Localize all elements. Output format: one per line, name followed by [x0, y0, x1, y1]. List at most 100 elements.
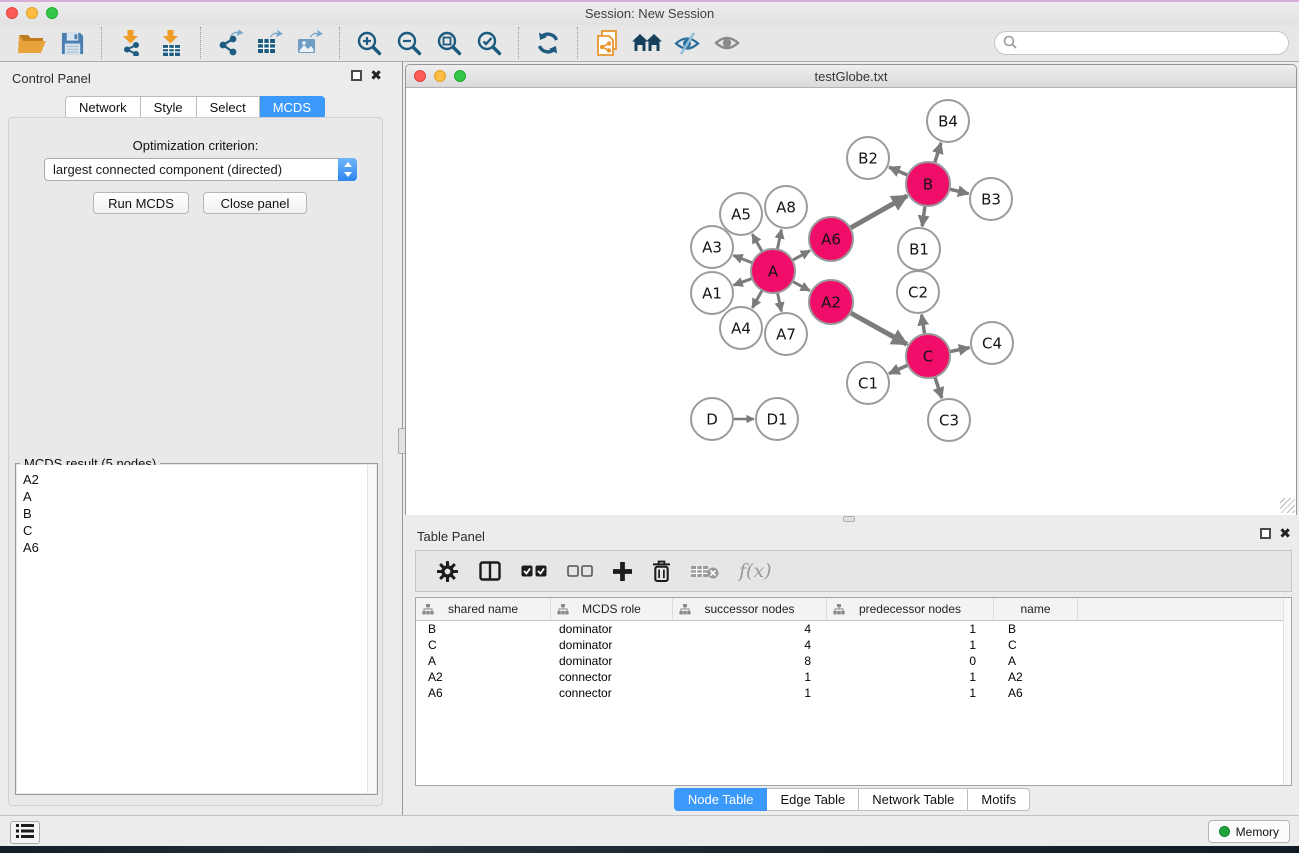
column-header-mcds-role[interactable]: MCDS role: [551, 598, 673, 621]
cell[interactable]: 1: [673, 685, 827, 701]
cell[interactable]: 1: [827, 685, 994, 701]
export-network-icon[interactable]: [210, 27, 250, 59]
tab-network[interactable]: Network: [65, 96, 141, 119]
table-row-a6[interactable]: A6connector11A6: [416, 685, 1291, 701]
cell[interactable]: C: [994, 637, 1078, 653]
toolbar-buttons: [12, 27, 747, 59]
result-item-a[interactable]: A: [17, 488, 367, 505]
result-item-a2[interactable]: A2: [17, 471, 367, 488]
result-item-b[interactable]: B: [17, 505, 367, 522]
column-header-name[interactable]: name: [994, 598, 1078, 621]
cell[interactable]: 4: [673, 621, 827, 637]
tab-network-table[interactable]: Network Table: [859, 788, 968, 811]
cell[interactable]: C: [416, 637, 551, 653]
table-row-a2[interactable]: A2connector11A2: [416, 669, 1291, 685]
cell[interactable]: connector: [551, 685, 673, 701]
cell[interactable]: A6: [416, 685, 551, 701]
table-row-c[interactable]: Cdominator41C: [416, 637, 1291, 653]
window-resize-grip[interactable]: [1280, 498, 1295, 513]
column-header-successor-nodes[interactable]: successor nodes: [673, 598, 827, 621]
column-header-filler: [1078, 598, 1291, 621]
result-item-c[interactable]: C: [17, 522, 367, 539]
application-window: Session: New Session Control Panel ✖ Net…: [0, 0, 1299, 853]
add-column-icon[interactable]: [613, 562, 632, 581]
network-graph: B4B2BB3A5A8A6B1A3AA1C2A4A7A2C4CC1C3DD1: [406, 88, 1296, 515]
cell[interactable]: 0: [827, 653, 994, 669]
cell[interactable]: 1: [827, 621, 994, 637]
table-row-b[interactable]: Bdominator41B: [416, 621, 1291, 637]
float-panel-icon[interactable]: [351, 70, 362, 81]
memory-button[interactable]: Memory: [1208, 820, 1290, 843]
import-table-icon[interactable]: [151, 27, 191, 59]
show-all-icon[interactable]: [707, 27, 747, 59]
result-item-a6[interactable]: A6: [17, 539, 367, 556]
cell[interactable]: 1: [673, 669, 827, 685]
cell-filler: [1078, 685, 1291, 701]
cell[interactable]: A2: [994, 669, 1078, 685]
cell[interactable]: dominator: [551, 653, 673, 669]
cell[interactable]: A6: [994, 685, 1078, 701]
tab-select[interactable]: Select: [197, 96, 260, 119]
table-scrollbar[interactable]: [1283, 598, 1291, 785]
import-network-icon[interactable]: [111, 27, 151, 59]
cell[interactable]: A: [994, 653, 1078, 669]
search-icon: [1003, 35, 1017, 52]
save-session-icon[interactable]: [52, 27, 92, 59]
table-header-row: shared nameMCDS rolesuccessor nodesprede…: [416, 598, 1291, 621]
optimization-criterion-dropdown[interactable]: largest connected component (directed): [44, 158, 357, 181]
first-neighbors-icon[interactable]: [627, 27, 667, 59]
cell[interactable]: 4: [673, 637, 827, 653]
tab-node-table[interactable]: Node Table: [674, 788, 768, 811]
zoom-selected-icon[interactable]: [469, 27, 509, 59]
close-panel-icon[interactable]: ✖: [370, 70, 382, 81]
cell[interactable]: 1: [827, 637, 994, 653]
cell[interactable]: B: [416, 621, 551, 637]
refresh-icon[interactable]: [528, 27, 568, 59]
export-table-icon[interactable]: [250, 27, 290, 59]
cell[interactable]: connector: [551, 669, 673, 685]
table-panel: Table Panel ✖ f(x) shared nameMCDS roles…: [405, 520, 1299, 815]
select-all-checkboxes-icon[interactable]: [521, 565, 547, 577]
tab-edge-table[interactable]: Edge Table: [767, 788, 859, 811]
run-mcds-button[interactable]: Run MCDS: [93, 192, 189, 214]
tab-mcds[interactable]: MCDS: [260, 96, 325, 119]
tab-motifs[interactable]: Motifs: [968, 788, 1030, 811]
show-panels-button[interactable]: [10, 821, 40, 844]
toolbar-separator: [577, 27, 578, 59]
tab-style[interactable]: Style: [141, 96, 197, 119]
node-label-A2: A2: [821, 293, 841, 311]
delete-table-icon: [691, 562, 719, 580]
network-canvas[interactable]: B4B2BB3A5A8A6B1A3AA1C2A4A7A2C4CC1C3DD1: [406, 88, 1296, 515]
cell[interactable]: 1: [827, 669, 994, 685]
cell[interactable]: 8: [673, 653, 827, 669]
float-table-panel-icon[interactable]: [1260, 528, 1271, 539]
table-body: Bdominator41BCdominator41CAdominator80AA…: [416, 621, 1291, 701]
deselect-all-checkboxes-icon[interactable]: [567, 565, 593, 577]
table-row-a[interactable]: Adominator80A: [416, 653, 1291, 669]
node-label-A8: A8: [776, 198, 796, 216]
cell[interactable]: A2: [416, 669, 551, 685]
cell-filler: [1078, 637, 1291, 653]
result-list-scrollbar[interactable]: [367, 465, 376, 793]
zoom-out-icon[interactable]: [389, 27, 429, 59]
column-header-predecessor-nodes[interactable]: predecessor nodes: [827, 598, 994, 621]
cell[interactable]: A: [416, 653, 551, 669]
zoom-in-icon[interactable]: [349, 27, 389, 59]
delete-column-icon[interactable]: [652, 560, 671, 583]
node-label-A6: A6: [821, 230, 841, 248]
cell[interactable]: dominator: [551, 621, 673, 637]
cell[interactable]: dominator: [551, 637, 673, 653]
export-image-icon[interactable]: [290, 27, 330, 59]
close-table-panel-icon[interactable]: ✖: [1279, 528, 1291, 539]
close-panel-button[interactable]: Close panel: [203, 192, 307, 214]
column-header-shared-name[interactable]: shared name: [416, 598, 551, 621]
clone-network-icon[interactable]: [587, 27, 627, 59]
table-settings-icon[interactable]: [436, 560, 459, 583]
open-session-icon[interactable]: [12, 27, 52, 59]
zoom-fit-icon[interactable]: [429, 27, 469, 59]
status-bar: Memory: [0, 815, 1299, 846]
search-input[interactable]: [1017, 34, 1288, 52]
show-columns-icon[interactable]: [479, 561, 501, 581]
cell[interactable]: B: [994, 621, 1078, 637]
hide-selected-icon[interactable]: [667, 27, 707, 59]
